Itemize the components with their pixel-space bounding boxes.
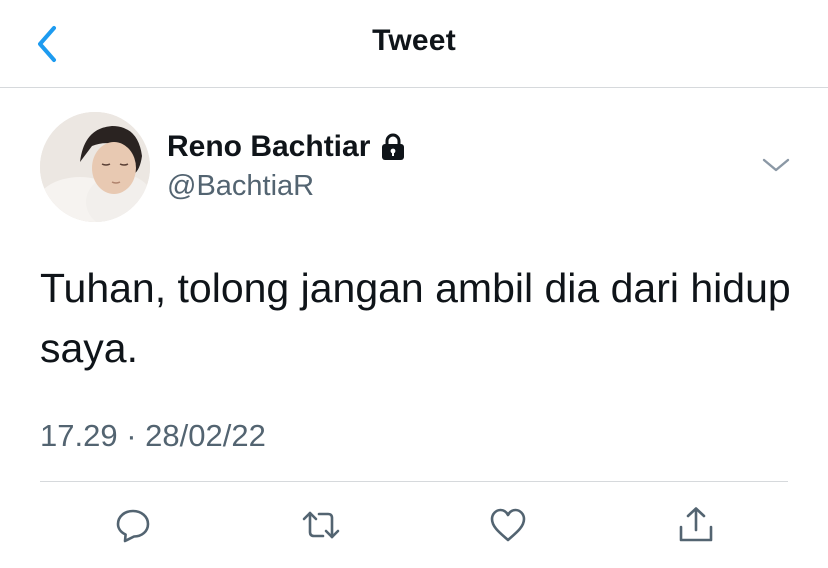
chevron-down-icon <box>762 158 790 172</box>
reply-button[interactable] <box>113 505 153 545</box>
like-button[interactable] <box>488 505 528 545</box>
author-name-row[interactable]: Reno Bachtiar <box>167 130 406 164</box>
author-display-name[interactable]: Reno Bachtiar <box>167 130 370 164</box>
avatar-photo <box>40 112 150 222</box>
more-options-button[interactable] <box>758 150 794 180</box>
retweet-button[interactable] <box>301 505 341 545</box>
tweet-time: 17.29 <box>40 418 118 453</box>
timestamp-separator: · <box>126 418 137 453</box>
like-icon <box>490 508 526 542</box>
avatar[interactable] <box>40 112 150 222</box>
divider <box>40 481 788 482</box>
tweet-text: Tuhan, tolong jangan ambil dia dari hidu… <box>40 265 791 371</box>
tweet-timestamp[interactable]: 17.29 · 28/02/22 <box>40 418 266 454</box>
top-nav-bar: Tweet <box>0 0 828 88</box>
page-title: Tweet <box>372 24 456 57</box>
reply-icon <box>116 509 150 543</box>
share-button[interactable] <box>676 505 716 545</box>
author-handle[interactable]: @BachtiaR <box>167 170 314 203</box>
tweet-date: 28/02/22 <box>145 418 266 453</box>
retweet-icon <box>302 511 340 539</box>
lock-icon <box>380 133 406 161</box>
share-icon <box>679 507 713 542</box>
